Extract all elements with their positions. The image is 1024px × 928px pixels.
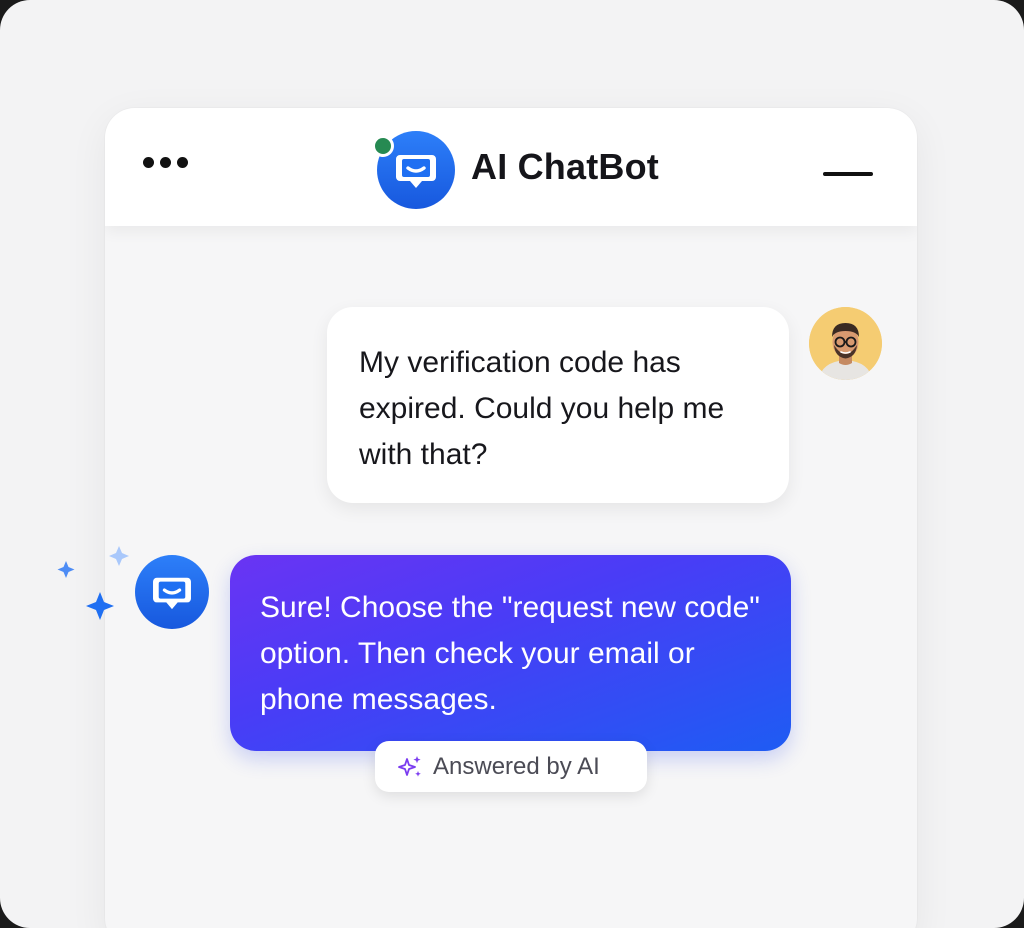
bot-message-bubble: Sure! Choose the "request new code" opti…: [230, 555, 791, 751]
dot-icon: [177, 156, 188, 168]
ai-sparkle-icon: [398, 755, 421, 777]
minimize-button[interactable]: [823, 172, 873, 176]
chat-header: AI ChatBot: [105, 108, 917, 226]
chatbot-avatar-icon: [135, 555, 209, 629]
chat-window: AI ChatBot: [105, 108, 917, 928]
user-message-bubble: My verification code has expired. Could …: [327, 307, 789, 503]
dot-icon: [143, 156, 154, 168]
more-options-button[interactable]: [143, 154, 195, 170]
answered-by-ai-badge: Answered by AI: [375, 741, 647, 792]
sparkles-icon: [57, 546, 129, 620]
app-frame: AI ChatBot My verification code has expi…: [0, 0, 1024, 928]
user-avatar: [809, 307, 882, 380]
dot-icon: [160, 156, 171, 168]
online-status-indicator: [372, 135, 394, 157]
answered-by-ai-label: Answered by AI: [433, 752, 600, 780]
chat-title: AI ChatBot: [471, 146, 659, 187]
